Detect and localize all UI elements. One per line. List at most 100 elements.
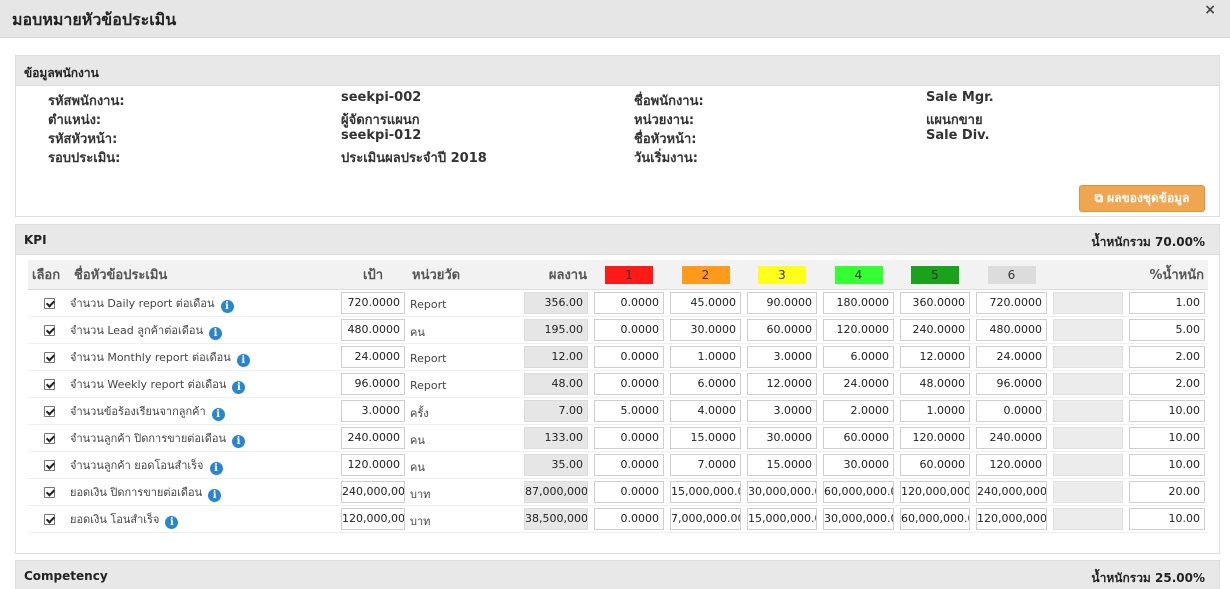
kpi-header-row: เลือก ชื่อหัวข้อประเมิน เป้า หน่วยวัด ผล… bbox=[28, 260, 1208, 290]
info-icon[interactable]: i bbox=[232, 434, 246, 448]
kpi-scale-input-1[interactable]: 5.0000 bbox=[594, 400, 664, 422]
kpi-scale-input-1[interactable]: 0.0000 bbox=[594, 454, 664, 476]
kpi-target-input[interactable]: 3.0000 bbox=[341, 400, 405, 422]
kpi-scale-input-1[interactable]: 0.0000 bbox=[594, 373, 664, 395]
kpi-scale-input-4[interactable]: 6.0000 bbox=[823, 346, 894, 368]
kpi-target-input[interactable]: 96.0000 bbox=[341, 373, 405, 395]
kpi-scale-input-3[interactable]: 15,000,000.0 bbox=[747, 508, 817, 530]
kpi-target-input[interactable]: 120,000,000. bbox=[341, 508, 405, 530]
kpi-scale-input-3[interactable]: 15.0000 bbox=[747, 454, 817, 476]
info-icon[interactable]: i bbox=[211, 407, 225, 421]
kpi-scale-input-1[interactable]: 0.0000 bbox=[594, 481, 664, 503]
kpi-weight-input[interactable]: 10.00 bbox=[1129, 427, 1205, 449]
kpi-target-input[interactable]: 480.0000 bbox=[341, 319, 405, 341]
kpi-scale-input-4[interactable]: 60,000,000.0 bbox=[823, 481, 894, 503]
kpi-scale-input-2[interactable]: 1.0000 bbox=[670, 346, 741, 368]
kpi-scale-input-6[interactable]: 480.0000 bbox=[976, 319, 1047, 341]
kpi-scale-input-6[interactable]: 240,000,000. bbox=[976, 481, 1047, 503]
kpi-scale-input-5[interactable]: 360.0000 bbox=[900, 292, 970, 314]
kpi-scale-input-6[interactable]: 240.0000 bbox=[976, 427, 1047, 449]
kpi-scale-input-4[interactable]: 180.0000 bbox=[823, 292, 894, 314]
kpi-weight-input[interactable]: 2.00 bbox=[1129, 346, 1205, 368]
kpi-target-input[interactable]: 120.0000 bbox=[341, 454, 405, 476]
kpi-scale-input-2[interactable]: 30.0000 bbox=[670, 319, 741, 341]
kpi-scale-input-4[interactable]: 30,000,000.0 bbox=[823, 508, 894, 530]
kpi-select-checkbox[interactable] bbox=[43, 432, 55, 444]
kpi-scale-input-1[interactable]: 0.0000 bbox=[594, 508, 664, 530]
kpi-target-input[interactable]: 720.0000 bbox=[341, 292, 405, 314]
kpi-scale-cell-1: 0.0000 bbox=[591, 479, 667, 506]
info-icon[interactable]: i bbox=[209, 461, 223, 475]
kpi-scale-input-2[interactable]: 4.0000 bbox=[670, 400, 741, 422]
kpi-scale-input-4[interactable]: 2.0000 bbox=[823, 400, 894, 422]
kpi-scale-input-6[interactable]: 120,000,000. bbox=[976, 508, 1047, 530]
kpi-target-input[interactable]: 240,000,000. bbox=[341, 481, 405, 503]
info-icon[interactable]: i bbox=[208, 488, 222, 502]
kpi-scale-input-5[interactable]: 48.0000 bbox=[900, 373, 970, 395]
info-icon[interactable]: i bbox=[232, 380, 246, 394]
kpi-scale-input-2[interactable]: 15.0000 bbox=[670, 427, 741, 449]
kpi-scale-input-4[interactable]: 24.0000 bbox=[823, 373, 894, 395]
kpi-scale-input-3[interactable]: 60.0000 bbox=[747, 319, 817, 341]
kpi-select-cell bbox=[28, 479, 70, 506]
kpi-scale-input-2[interactable]: 7,000,000.00 bbox=[670, 508, 741, 530]
kpi-scale-input-2[interactable]: 6.0000 bbox=[670, 373, 741, 395]
kpi-scale-input-4[interactable]: 30.0000 bbox=[823, 454, 894, 476]
kpi-weight-input[interactable]: 10.00 bbox=[1129, 454, 1205, 476]
kpi-scale-input-6[interactable]: 720.0000 bbox=[976, 292, 1047, 314]
kpi-scale-input-4[interactable]: 120.0000 bbox=[823, 319, 894, 341]
info-icon[interactable]: i bbox=[208, 326, 222, 340]
kpi-weight-input[interactable]: 10.00 bbox=[1129, 400, 1205, 422]
kpi-scale-input-6[interactable]: 0.0000 bbox=[976, 400, 1047, 422]
kpi-weight-input[interactable]: 20.00 bbox=[1129, 481, 1205, 503]
close-icon[interactable]: × bbox=[1204, 2, 1216, 18]
export-data-button[interactable]: ⧉ ผลของชุดข้อมูล bbox=[1079, 185, 1205, 212]
kpi-scale-input-6[interactable]: 24.0000 bbox=[976, 346, 1047, 368]
kpi-weight-cell: 10.00 bbox=[1126, 398, 1208, 425]
info-icon[interactable]: i bbox=[220, 299, 234, 313]
kpi-scale-input-1[interactable]: 0.0000 bbox=[594, 319, 664, 341]
kpi-scale-input-2[interactable]: 45.0000 bbox=[670, 292, 741, 314]
kpi-select-checkbox[interactable] bbox=[43, 324, 55, 336]
kpi-select-checkbox[interactable] bbox=[43, 486, 55, 498]
kpi-weight-input[interactable]: 5.00 bbox=[1129, 319, 1205, 341]
kpi-scale-input-1[interactable]: 0.0000 bbox=[594, 427, 664, 449]
kpi-select-checkbox[interactable] bbox=[43, 378, 55, 390]
kpi-scale-input-3[interactable]: 12.0000 bbox=[747, 373, 817, 395]
kpi-select-checkbox[interactable] bbox=[43, 351, 55, 363]
kpi-scale-input-5[interactable]: 120,000,000. bbox=[900, 481, 970, 503]
kpi-scale-input-2[interactable]: 15,000,000.0 bbox=[670, 481, 741, 503]
kpi-result-value: 133.00 bbox=[524, 427, 588, 449]
kpi-scale-cell-5: 12.0000 bbox=[897, 344, 973, 371]
info-icon[interactable]: i bbox=[236, 353, 250, 367]
kpi-scale-input-4[interactable]: 60.0000 bbox=[823, 427, 894, 449]
kpi-select-checkbox[interactable] bbox=[43, 459, 55, 471]
kpi-scale-input-1[interactable]: 0.0000 bbox=[594, 292, 664, 314]
info-icon[interactable]: i bbox=[165, 515, 179, 529]
kpi-target-input[interactable]: 24.0000 bbox=[341, 346, 405, 368]
kpi-scale-input-5[interactable]: 1.0000 bbox=[900, 400, 970, 422]
kpi-scale-input-3[interactable]: 3.0000 bbox=[747, 346, 817, 368]
kpi-select-checkbox[interactable] bbox=[43, 405, 55, 417]
kpi-scale-input-5[interactable]: 12.0000 bbox=[900, 346, 970, 368]
kpi-select-checkbox[interactable] bbox=[43, 513, 55, 525]
kpi-scale-input-5[interactable]: 120.0000 bbox=[900, 427, 970, 449]
kpi-scale-input-6[interactable]: 96.0000 bbox=[976, 373, 1047, 395]
info-label-1-2: หน่วยงาน: bbox=[634, 113, 695, 128]
kpi-scale-input-3[interactable]: 30,000,000.0 bbox=[747, 481, 817, 503]
kpi-weight-input[interactable]: 2.00 bbox=[1129, 373, 1205, 395]
kpi-weight-input[interactable]: 1.00 bbox=[1129, 292, 1205, 314]
kpi-target-input[interactable]: 240.0000 bbox=[341, 427, 405, 449]
kpi-scale-input-3[interactable]: 3.0000 bbox=[747, 400, 817, 422]
kpi-scale-input-5[interactable]: 60,000,000.0 bbox=[900, 508, 970, 530]
kpi-weight-input[interactable]: 10.00 bbox=[1129, 508, 1205, 530]
kpi-scale-cell-3: 3.0000 bbox=[744, 344, 820, 371]
kpi-scale-input-5[interactable]: 60.0000 bbox=[900, 454, 970, 476]
kpi-scale-input-2[interactable]: 7.0000 bbox=[670, 454, 741, 476]
kpi-scale-input-6[interactable]: 120.0000 bbox=[976, 454, 1047, 476]
kpi-scale-input-5[interactable]: 240.0000 bbox=[900, 319, 970, 341]
kpi-scale-input-3[interactable]: 90.0000 bbox=[747, 292, 817, 314]
kpi-scale-input-1[interactable]: 0.0000 bbox=[594, 346, 664, 368]
kpi-scale-input-3[interactable]: 30.0000 bbox=[747, 427, 817, 449]
kpi-select-checkbox[interactable] bbox=[43, 297, 55, 309]
